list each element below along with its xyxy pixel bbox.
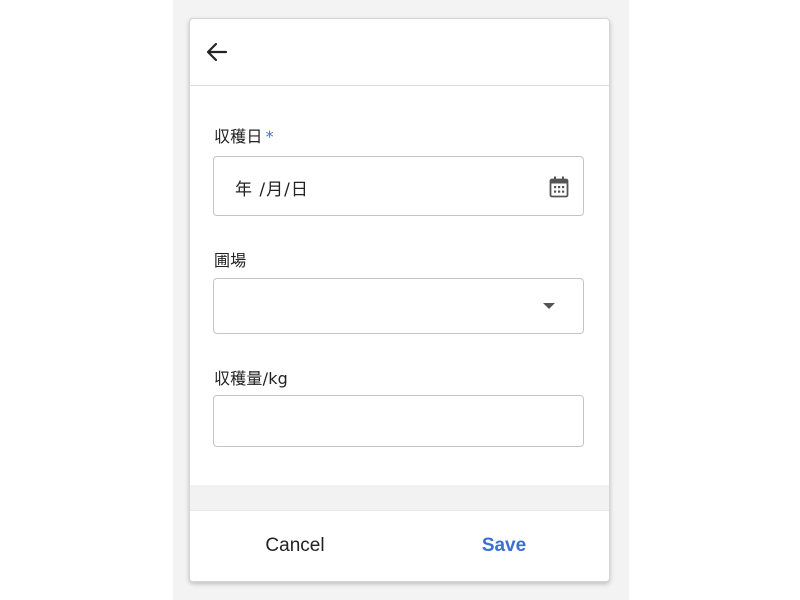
arrow-left-icon <box>206 42 228 62</box>
required-marker: * <box>265 127 274 146</box>
save-button[interactable]: Save <box>399 511 609 581</box>
harvest-date-value: 年 /月/日 <box>235 180 309 200</box>
dropdown-caret-icon <box>543 303 555 309</box>
harvest-amount-input[interactable] <box>213 395 584 447</box>
field-select[interactable] <box>213 278 584 334</box>
harvest-date-label-text: 収穫日 <box>214 127 263 146</box>
harvest-entry-dialog: 収穫日 * 年 /月/日 圃場 収穫量/kg Cancel Save <box>189 18 610 582</box>
field-label: 圃場 <box>214 251 247 270</box>
dialog-footer: Cancel Save <box>190 510 609 581</box>
harvest-date-label: 収穫日 * <box>214 123 274 147</box>
back-button[interactable] <box>204 39 230 65</box>
harvest-date-input[interactable]: 年 /月/日 <box>213 156 584 216</box>
harvest-amount-label: 収穫量/kg <box>214 369 289 388</box>
dialog-header <box>190 19 609 86</box>
cancel-button[interactable]: Cancel <box>190 511 400 581</box>
calendar-icon[interactable] <box>549 176 569 198</box>
form-bottom-band <box>190 485 609 510</box>
